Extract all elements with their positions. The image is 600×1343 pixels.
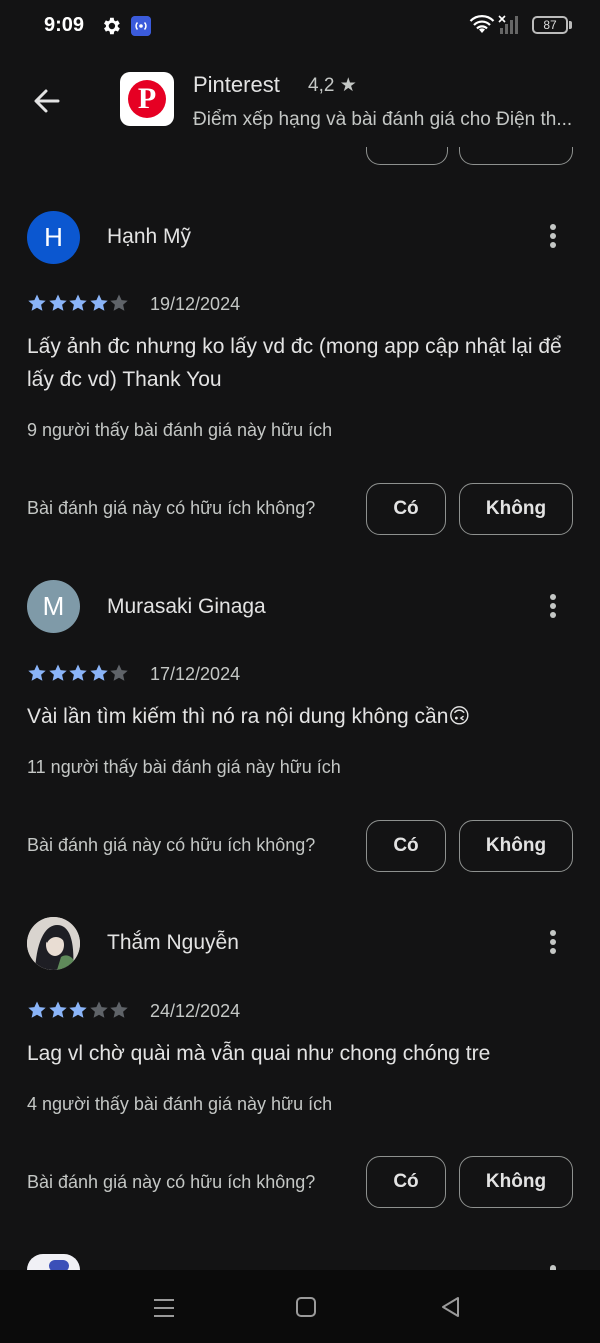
star-filled-icon	[28, 664, 46, 681]
nfc-icon	[131, 16, 151, 36]
review-date: 17/12/2024	[150, 664, 241, 684]
home-icon[interactable]	[296, 1297, 316, 1317]
review-date: 24/12/2024	[150, 1001, 241, 1021]
recent-apps-icon[interactable]	[153, 1298, 175, 1318]
star-filled-icon	[48, 664, 67, 681]
star-filled-icon	[28, 1001, 46, 1018]
helpful-question: Bài đánh giá này có hữu ích không?	[27, 835, 316, 855]
avatar	[27, 917, 80, 970]
yes-button-partial[interactable]	[366, 145, 448, 165]
star-filled-icon	[89, 664, 108, 681]
star-filled-icon	[69, 664, 87, 681]
status-time: 9:09	[44, 14, 85, 36]
more-options-icon[interactable]	[543, 222, 563, 252]
helpful-count: 11 người thấy bài đánh giá này hữu ích	[27, 757, 341, 777]
helpful-question: Bài đánh giá này có hữu ích không?	[27, 1172, 316, 1192]
reviewer-name: Hạnh Mỹ	[107, 225, 192, 248]
star-rating	[27, 293, 130, 313]
star-rating	[27, 663, 130, 683]
star-filled-icon	[28, 294, 46, 311]
star-filled-icon	[48, 1001, 67, 1018]
star-filled-icon	[69, 294, 87, 311]
avatar: H	[27, 211, 80, 264]
review-text: Lấy ảnh đc nhưng ko lấy vd đc (mong app …	[27, 335, 562, 391]
app-subtitle: Điểm xếp hạng và bài đánh giá cho Điện t…	[193, 109, 573, 130]
settings-gear-icon	[104, 17, 120, 35]
star-empty-icon	[110, 294, 128, 311]
system-nav-bar	[0, 1270, 600, 1343]
status-bar: 9:09 87	[0, 0, 600, 52]
app-rating: 4,2 ★	[308, 75, 357, 96]
star-empty-icon	[89, 1001, 108, 1018]
more-options-icon[interactable]	[543, 928, 563, 958]
review-text: Vài lần tìm kiếm thì nó ra nội dung khôn…	[27, 705, 471, 728]
review-text: Lag vl chờ quài mà vẫn quai như chong ch…	[27, 1042, 491, 1065]
wifi-icon	[469, 15, 495, 33]
review-date: 19/12/2024	[150, 294, 241, 314]
star-rating	[27, 1000, 130, 1020]
battery-tip	[569, 21, 572, 29]
star-empty-icon	[110, 664, 128, 681]
reviewer-name: Thắm Nguyễn	[107, 931, 239, 954]
helpful-count: 4 người thấy bài đánh giá này hữu ích	[27, 1094, 333, 1114]
no-button[interactable]: Không	[459, 820, 573, 872]
star-filled-icon	[89, 294, 108, 311]
profile-photo	[27, 917, 80, 970]
reviewer-name: Murasaki Ginaga	[107, 595, 266, 618]
battery-icon: 87	[532, 16, 568, 34]
avatar: M	[27, 580, 80, 633]
no-button-partial[interactable]	[459, 145, 573, 165]
no-button[interactable]: Không	[459, 1156, 573, 1208]
nav-back-icon[interactable]	[440, 1296, 462, 1318]
back-arrow-icon[interactable]	[28, 82, 66, 120]
star-empty-icon	[110, 1001, 128, 1018]
star-filled-icon	[69, 1001, 87, 1018]
app-name: Pinterest	[193, 72, 280, 97]
no-button[interactable]: Không	[459, 483, 573, 535]
next-avatar-partial	[27, 1254, 80, 1270]
signal-icon	[498, 15, 518, 34]
yes-button[interactable]: Có	[366, 483, 446, 535]
yes-button[interactable]: Có	[366, 1156, 446, 1208]
more-options-icon[interactable]	[543, 592, 563, 622]
pinterest-logo-icon: P	[120, 72, 174, 126]
helpful-question: Bài đánh giá này có hữu ích không?	[27, 498, 316, 518]
star-filled-icon	[48, 294, 67, 311]
helpful-count: 9 người thấy bài đánh giá này hữu ích	[27, 420, 333, 440]
app-header: P Pinterest 4,2 ★ Điểm xếp hạng và bài đ…	[0, 52, 600, 147]
yes-button[interactable]: Có	[366, 820, 446, 872]
